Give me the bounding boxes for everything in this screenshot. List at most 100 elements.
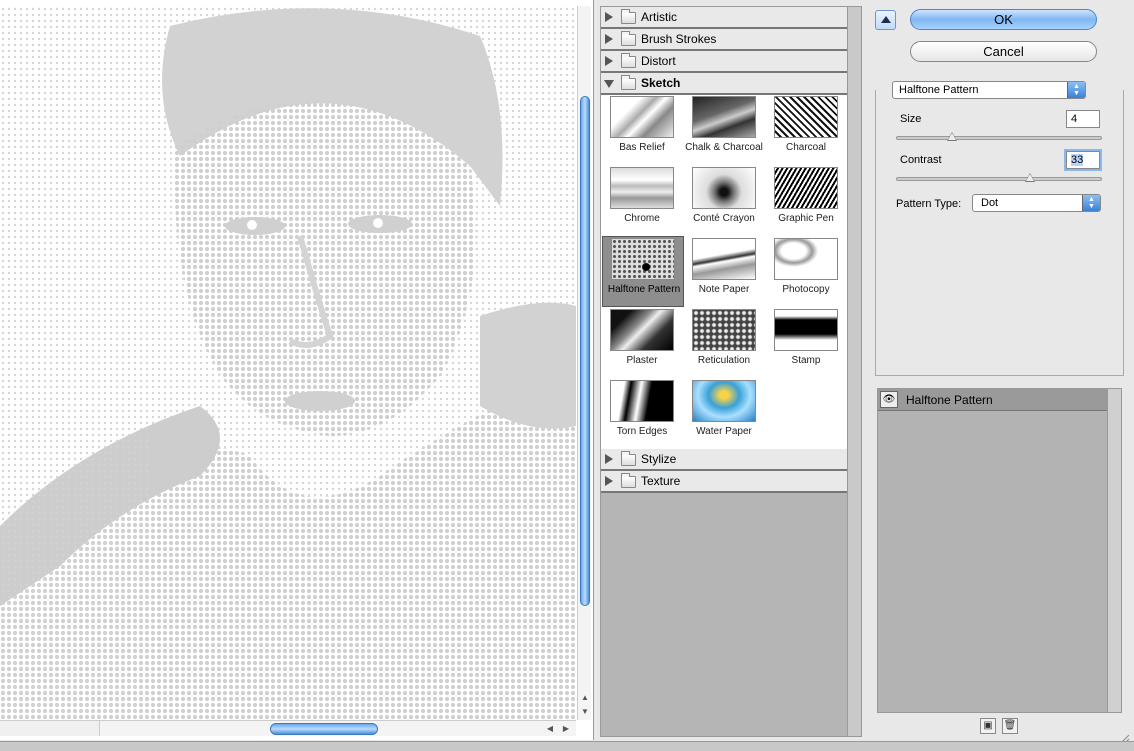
scroll-right-arrow-icon[interactable]: ▶ <box>560 723 572 735</box>
folder-icon <box>621 53 636 68</box>
folder-icon <box>621 473 636 488</box>
folder-icon <box>621 31 636 46</box>
cancel-button[interactable]: Cancel <box>910 41 1097 62</box>
disclosure-triangle-icon <box>605 476 613 486</box>
collapse-gallery-button[interactable] <box>875 10 896 30</box>
category-label: Stylize <box>641 452 677 466</box>
scroll-up-arrow-icon[interactable]: ▲ <box>579 692 591 704</box>
category-artistic[interactable]: Artistic <box>601 7 847 29</box>
contrast-slider-knob[interactable] <box>1024 173 1035 182</box>
filter-label: Chalk & Charcoal <box>685 142 763 153</box>
thumbnail-image <box>610 96 674 138</box>
category-label: Distort <box>641 54 676 68</box>
scroll-left-arrow-icon[interactable]: ◀ <box>544 723 556 735</box>
thumbnail-image <box>692 167 756 209</box>
filter-thumb-conte-crayon[interactable]: Conté Crayon <box>683 166 765 237</box>
category-label: Texture <box>641 474 681 488</box>
preview-image[interactable] <box>0 6 576 720</box>
preview-horizontal-scrollbar[interactable]: ◀ ▶ <box>100 720 576 736</box>
category-distort[interactable]: Distort <box>601 51 847 73</box>
filter-thumb-graphic-pen[interactable]: Graphic Pen <box>765 166 847 237</box>
scroll-down-arrow-icon[interactable]: ▼ <box>579 706 591 718</box>
filter-thumb-halftone-pattern[interactable]: Halftone Pattern <box>602 236 684 307</box>
filter-thumb-stamp[interactable]: Stamp <box>765 308 847 379</box>
filter-label: Chrome <box>624 213 660 224</box>
thumbnail-image <box>610 167 674 209</box>
preview-vertical-scrollbar[interactable]: ▲ ▼ <box>577 6 591 720</box>
filter-select-value: Halftone Pattern <box>899 84 979 96</box>
halftone-preview-image <box>0 6 576 720</box>
thumbnail-image <box>692 380 756 422</box>
filter-thumb-chrome[interactable]: Chrome <box>601 166 683 237</box>
ok-button[interactable]: OK <box>910 9 1097 30</box>
new-effect-layer-icon[interactable]: ▣ <box>980 718 996 734</box>
filter-thumb-photocopy[interactable]: Photocopy <box>765 237 847 308</box>
category-stylize[interactable]: Stylize <box>601 449 847 471</box>
filter-thumb-torn-edges[interactable]: Torn Edges <box>601 379 683 450</box>
effect-layer-row[interactable]: 👁 Halftone Pattern <box>878 389 1107 411</box>
filter-thumb-charcoal[interactable]: Charcoal <box>765 95 847 166</box>
horizontal-scroll-thumb[interactable] <box>270 723 378 735</box>
filter-settings-panel <box>875 90 1124 376</box>
contrast-slider-track[interactable] <box>896 177 1102 181</box>
filter-thumb-bas-relief[interactable]: Bas Relief <box>601 95 683 166</box>
size-label: Size <box>900 113 922 125</box>
thumbnail-image <box>774 167 838 209</box>
thumbnail-image <box>774 309 838 351</box>
filter-thumb-chalk-charcoal[interactable]: Chalk & Charcoal <box>683 95 765 166</box>
preview-pane: ▲ ▼ ◀ ▶ <box>0 0 594 740</box>
filter-label: Plaster <box>626 355 658 366</box>
filter-label: Reticulation <box>697 355 751 366</box>
disclosure-triangle-icon <box>605 12 613 22</box>
filter-gallery: Artistic Brush Strokes Distort Sketch Ba… <box>600 6 862 737</box>
folder-icon <box>621 451 636 466</box>
category-brush-strokes[interactable]: Brush Strokes <box>601 29 847 51</box>
disclosure-triangle-icon <box>605 454 613 464</box>
thumbnail-image <box>692 309 756 351</box>
thumbnail-image <box>774 96 838 138</box>
size-slider-track[interactable] <box>896 136 1102 140</box>
filter-label: Stamp <box>791 355 821 366</box>
filter-thumb-note-paper[interactable]: Note Paper <box>683 237 765 308</box>
filter-label: Charcoal <box>785 142 827 153</box>
filter-label: Water Paper <box>696 426 752 437</box>
category-sketch[interactable]: Sketch <box>601 73 847 95</box>
triangle-up-icon <box>881 16 891 23</box>
filter-thumb-water-paper[interactable]: Water Paper <box>683 379 765 450</box>
size-slider-knob[interactable] <box>946 132 957 141</box>
layers-scrollbar[interactable] <box>1107 389 1121 712</box>
select-arrows-icon: ▲ ▼ <box>1082 195 1100 211</box>
folder-icon <box>621 75 636 90</box>
vertical-scroll-thumb[interactable] <box>580 96 590 606</box>
sketch-filter-grid: Bas Relief Chalk & Charcoal Charcoal Chr… <box>601 95 847 450</box>
thumbnail-image <box>692 96 756 138</box>
disclosure-triangle-icon <box>605 34 613 44</box>
eye-icon[interactable]: 👁 <box>880 391 898 408</box>
filter-thumb-reticulation[interactable]: Reticulation <box>683 308 765 379</box>
filter-thumb-plaster[interactable]: Plaster <box>601 308 683 379</box>
gallery-scrollbar[interactable] <box>847 7 861 736</box>
thumbnail-image <box>692 238 756 280</box>
trash-icon[interactable]: 🗑 <box>1002 718 1018 734</box>
filter-label: Graphic Pen <box>778 213 834 224</box>
contrast-field[interactable]: 33 <box>1064 149 1102 171</box>
filter-select[interactable]: Halftone Pattern ▲ ▼ <box>892 81 1086 99</box>
select-arrows-icon: ▲ ▼ <box>1067 82 1085 98</box>
disclosure-triangle-open-icon <box>604 80 614 88</box>
effect-layer-label: Halftone Pattern <box>906 393 993 407</box>
filter-label: Conté Crayon <box>693 213 755 224</box>
folder-icon <box>621 9 636 24</box>
zoom-area <box>0 720 100 736</box>
thumbnail-image <box>611 238 675 280</box>
pattern-type-label: Pattern Type: <box>896 198 962 210</box>
filter-label: Bas Relief <box>619 142 665 153</box>
status-bar <box>0 741 1134 751</box>
category-texture[interactable]: Texture <box>601 471 847 493</box>
size-field[interactable]: 4 <box>1066 110 1100 128</box>
disclosure-triangle-icon <box>605 56 613 66</box>
pattern-type-select[interactable]: Dot ▲ ▼ <box>972 194 1101 212</box>
contrast-label: Contrast <box>900 154 942 166</box>
effect-layers-panel: 👁 Halftone Pattern <box>877 388 1122 713</box>
filter-label: Torn Edges <box>616 426 668 437</box>
contrast-value: 33 <box>1071 154 1084 166</box>
